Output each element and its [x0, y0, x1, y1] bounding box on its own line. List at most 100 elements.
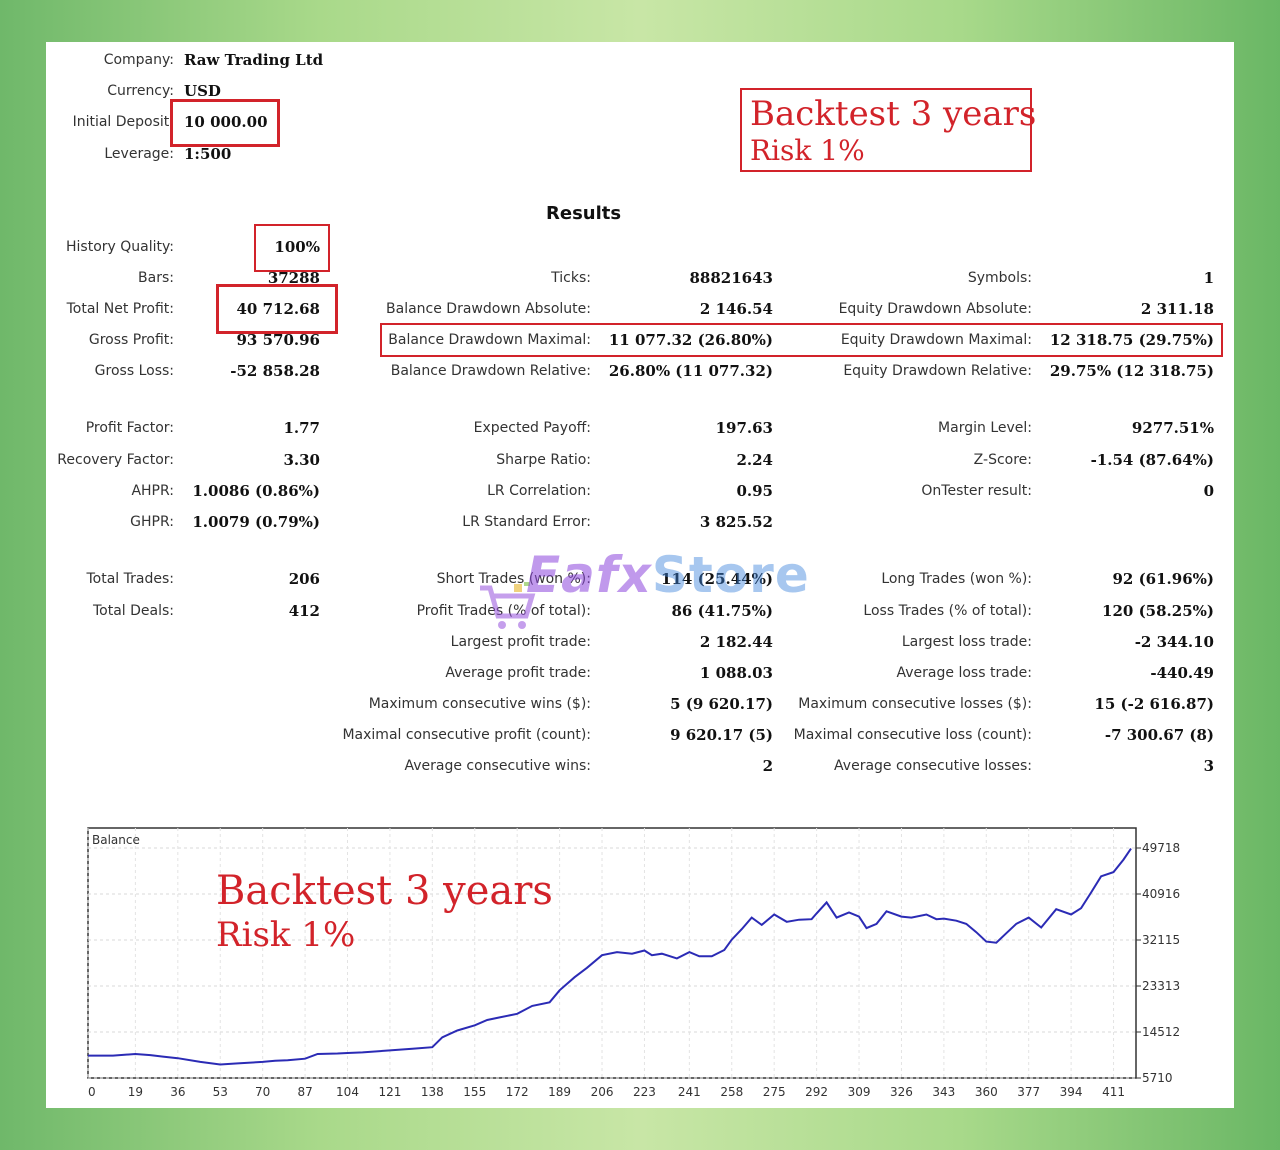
balance-chart: 5710 14512 23313 32115 40916 49718 0 19 36 53 70 8… — [86, 826, 1226, 1106]
col3-value-0: 1 — [1203, 269, 1214, 287]
col2-value-8: 114 (25.44%) — [661, 570, 773, 588]
x-tick-label: 70 — [255, 1085, 270, 1099]
col2-value-4: 197.63 — [715, 419, 773, 437]
col1-value-6: 3.30 — [283, 451, 320, 469]
col1-label-1: Bars: — [138, 270, 174, 286]
col3-value-7: 92 (61.96%) — [1112, 570, 1214, 588]
col1-label-2: Total Net Profit: — [66, 301, 174, 317]
col2-value-0: 88821643 — [689, 269, 774, 287]
history-quality-highlight-box — [254, 224, 330, 272]
x-tick-label: 138 — [421, 1085, 444, 1099]
x-tick-label: 0 — [88, 1085, 96, 1099]
col2-value-3: 26.80% (11 077.32) — [608, 362, 773, 380]
y-tick-label: 49718 — [1142, 841, 1180, 855]
col3-label-10: Average loss trade: — [896, 665, 1032, 681]
y-axis: 5710 14512 23313 32115 40916 49718 — [1136, 841, 1180, 1085]
col1-label-8: GHPR: — [130, 514, 174, 530]
leverage-label: Leverage: — [104, 146, 174, 162]
drawdown-maximal-highlight-box — [380, 323, 1223, 357]
x-tick-label: 343 — [932, 1085, 955, 1099]
x-tick-label: 377 — [1017, 1085, 1040, 1099]
col1-value-7: 1.0086 (0.86%) — [192, 482, 320, 500]
col1-value-9: 206 — [288, 570, 320, 588]
x-tick-label: 172 — [506, 1085, 529, 1099]
col3-label-11: Maximum consecutive losses ($): — [798, 696, 1032, 712]
x-tick-label: 36 — [170, 1085, 185, 1099]
x-tick-label: 87 — [297, 1085, 312, 1099]
col3-value-6: 0 — [1203, 482, 1214, 500]
col3-label-8: Loss Trades (% of total): — [863, 603, 1032, 619]
col2-value-1: 2 146.54 — [699, 300, 773, 318]
chart-promo-line2: Risk 1% — [216, 915, 355, 955]
col2-label-7: LR Standard Error: — [462, 514, 591, 530]
col2-value-10: 2 182.44 — [699, 633, 773, 651]
col1-label-5: Profit Factor: — [85, 420, 174, 436]
x-tick-label: 53 — [213, 1085, 228, 1099]
col1-label-9: Total Trades: — [86, 571, 175, 587]
col3-label-7: Long Trades (won %): — [881, 571, 1032, 587]
col3-value-4: 9277.51% — [1131, 419, 1214, 437]
x-tick-label: 104 — [336, 1085, 359, 1099]
x-tick-label: 275 — [763, 1085, 786, 1099]
report-sheet: Company: Raw Trading Ltd Currency: USD I… — [46, 42, 1234, 1108]
col2-value-11: 1 088.03 — [699, 664, 773, 682]
col1-label-3: Gross Profit: — [88, 332, 174, 348]
col1-value-5: 1.77 — [283, 419, 320, 437]
col3-value-9: -2 344.10 — [1134, 633, 1214, 651]
col3-label-0: Symbols: — [967, 270, 1032, 286]
col3-label-5: Z-Score: — [973, 452, 1032, 468]
chart-title: Balance — [92, 833, 140, 847]
x-tick-label: 258 — [720, 1085, 743, 1099]
net-profit-highlight-box — [216, 284, 338, 334]
x-tick-label: 394 — [1060, 1085, 1083, 1099]
col3-value-13: 3 — [1203, 757, 1214, 775]
col2-label-10: Largest profit trade: — [450, 634, 591, 650]
x-tick-label: 241 — [678, 1085, 701, 1099]
x-tick-label: 411 — [1102, 1085, 1125, 1099]
col1-value-8: 1.0079 (0.79%) — [192, 513, 320, 531]
y-tick-label: 23313 — [1142, 979, 1180, 993]
col3-label-1: Equity Drawdown Absolute: — [838, 301, 1032, 317]
col2-label-5: Sharpe Ratio: — [496, 452, 591, 468]
col1-label-6: Recovery Factor: — [57, 452, 174, 468]
chart-promo-line1: Backtest 3 years — [216, 868, 553, 914]
col2-label-12: Maximum consecutive wins ($): — [368, 696, 591, 712]
col3-value-5: -1.54 (87.64%) — [1090, 451, 1214, 469]
results-title: Results — [546, 203, 622, 224]
x-tick-label: 155 — [463, 1085, 486, 1099]
col2-value-9: 86 (41.75%) — [671, 602, 773, 620]
col3-value-3: 29.75% (12 318.75) — [1049, 362, 1214, 380]
promo-top-line1: Backtest 3 years — [750, 94, 1037, 134]
x-axis: 0 19 36 53 70 87 104 121 138 155 172 189 206 223 241 25… — [88, 1085, 1125, 1099]
col1-label-7: AHPR: — [131, 483, 174, 499]
cart-icon — [480, 582, 536, 629]
col1-value-10: 412 — [288, 602, 320, 620]
col2-value-13: 9 620.17 (5) — [670, 726, 773, 744]
currency-value: USD — [184, 82, 221, 100]
col3-label-3: Equity Drawdown Relative: — [843, 363, 1032, 379]
col3-value-10: -440.49 — [1150, 664, 1214, 682]
x-tick-label: 309 — [848, 1085, 871, 1099]
col2-label-4: Expected Payoff: — [473, 420, 591, 436]
col3-label-13: Average consecutive losses: — [834, 758, 1032, 774]
col2-value-7: 3 825.52 — [699, 513, 773, 531]
col3-label-9: Largest loss trade: — [901, 634, 1032, 650]
x-tick-label: 326 — [890, 1085, 913, 1099]
col3-label-12: Maximal consecutive loss (count): — [793, 727, 1032, 743]
col2-value-14: 2 — [762, 757, 773, 775]
y-tick-label: 32115 — [1142, 933, 1180, 947]
company-value: Raw Trading Ltd — [184, 51, 324, 69]
col3-value-8: 120 (58.25%) — [1102, 602, 1214, 620]
x-tick-label: 360 — [975, 1085, 998, 1099]
y-tick-label: 14512 — [1142, 1025, 1180, 1039]
col2-label-13: Maximal consecutive profit (count): — [342, 727, 591, 743]
leverage-value: 1:500 — [184, 145, 232, 163]
y-tick-label: 5710 — [1142, 1071, 1173, 1085]
deposit-highlight-box — [170, 99, 280, 147]
col1-label-4: Gross Loss: — [94, 363, 174, 379]
col1-label-10: Total Deals: — [92, 603, 174, 619]
balance-chart-svg: 5710 14512 23313 32115 40916 49718 0 19 36 53 70 8… — [87, 827, 1180, 1099]
x-tick-label: 206 — [591, 1085, 614, 1099]
col2-label-3: Balance Drawdown Relative: — [390, 363, 591, 379]
col2-label-0: Ticks: — [551, 270, 591, 286]
